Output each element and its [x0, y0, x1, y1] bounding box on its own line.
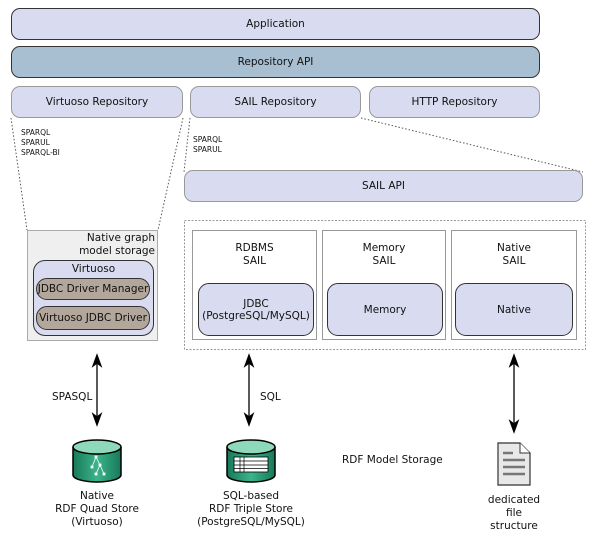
protocol-label: SPARUL: [21, 138, 50, 147]
rdbms-sail: RDBMS SAIL JDBC (PostgreSQL/MySQL): [192, 230, 317, 340]
virtuoso-repository-label: Virtuoso Repository: [45, 96, 149, 108]
native-box: Native: [455, 283, 573, 336]
file-structure-label: dedicated file structure: [474, 494, 554, 533]
file-icon: [497, 442, 531, 486]
sail-title: Memory: [362, 242, 406, 254]
sail-title: RDBMS: [235, 242, 274, 254]
database-graph-icon: [72, 439, 122, 483]
protocol-label: SPARQL: [21, 128, 51, 137]
architecture-diagram: Application Repository API Virtuoso Repo…: [0, 0, 596, 540]
repository-api-layer: Repository API: [11, 46, 540, 78]
native-sail: Native SAIL Native: [451, 230, 577, 340]
sail-api-label: SAIL API: [362, 180, 405, 192]
store-label-line: (PostgreSQL/MySQL): [197, 516, 305, 528]
store-label-line: Native: [80, 490, 114, 502]
jdbc-driver-manager-label: JDBC Driver Manager: [37, 283, 149, 295]
memory-sail: Memory SAIL Memory: [322, 230, 446, 340]
store-label-line: file: [506, 507, 522, 519]
http-repository-label: HTTP Repository: [411, 96, 498, 108]
sql-label: SQL: [260, 391, 281, 403]
store-label-line: RDF Quad Store: [55, 503, 139, 515]
jdbc-label: JDBC: [243, 297, 269, 310]
sail-api-layer: SAIL API: [184, 170, 583, 202]
virtuoso-box: Virtuoso JDBC Driver Manager Virtuoso JD…: [33, 260, 154, 336]
virtuoso-repository: Virtuoso Repository: [11, 86, 183, 118]
protocol-label: SPARUL: [193, 145, 222, 154]
http-repository: HTTP Repository: [369, 86, 540, 118]
triple-store-label: SQL-based RDF Triple Store (PostgreSQL/MyS…: [191, 490, 311, 529]
native-graph-storage: Native graph model storage Virtuoso JDBC…: [27, 230, 158, 341]
jdbc-box: JDBC (PostgreSQL/MySQL): [198, 283, 314, 336]
database-table-icon: [226, 439, 276, 483]
quad-store-label: Native RDF Quad Store (Virtuoso): [37, 490, 157, 529]
dotted-line: [157, 117, 184, 231]
store-label-line: dedicated: [487, 494, 541, 506]
storage-title: model storage: [79, 245, 155, 257]
spasql-label: SPASQL: [52, 391, 93, 403]
sail-repository-label: SAIL Repository: [234, 96, 317, 108]
virtuoso-jdbc-driver: Virtuoso JDBC Driver: [36, 306, 150, 330]
memory-box: Memory: [327, 283, 443, 336]
protocol-label: SPARQL: [193, 135, 223, 144]
application-label: Application: [246, 18, 305, 30]
repository-api-label: Repository API: [237, 56, 314, 68]
sail-title: SAIL: [502, 255, 526, 267]
store-label-line: structure: [490, 520, 538, 532]
virtuoso-jdbc-driver-label: Virtuoso JDBC Driver: [39, 312, 147, 324]
sail-title: SAIL: [372, 255, 396, 267]
jdbc-driver-manager: JDBC Driver Manager: [36, 278, 150, 300]
store-label-line: RDF Triple Store: [209, 503, 293, 515]
sail-protocols: SPARQL SPARUL: [193, 135, 222, 155]
application-layer: Application: [11, 8, 540, 40]
protocol-label: SPARQL-BI: [21, 148, 60, 157]
jdbc-label: (PostgreSQL/MySQL): [202, 309, 310, 322]
dotted-line: [360, 117, 584, 173]
virtuoso-protocols: SPARQL SPARUL SPARQL-BI: [21, 128, 60, 158]
native-label: Native: [497, 303, 531, 316]
virtuoso-label: Virtuoso: [71, 263, 116, 275]
sail-title: Native: [497, 242, 531, 254]
store-label-line: SQL-based: [222, 490, 280, 502]
memory-label: Memory: [363, 303, 407, 316]
sail-repository: SAIL Repository: [190, 86, 361, 118]
storage-title: Native graph: [86, 232, 155, 244]
dotted-line: [183, 117, 191, 173]
rdf-model-storage-label: RDF Model Storage: [342, 454, 443, 466]
store-label-line: (Virtuoso): [71, 516, 123, 528]
sail-title: SAIL: [243, 255, 266, 267]
